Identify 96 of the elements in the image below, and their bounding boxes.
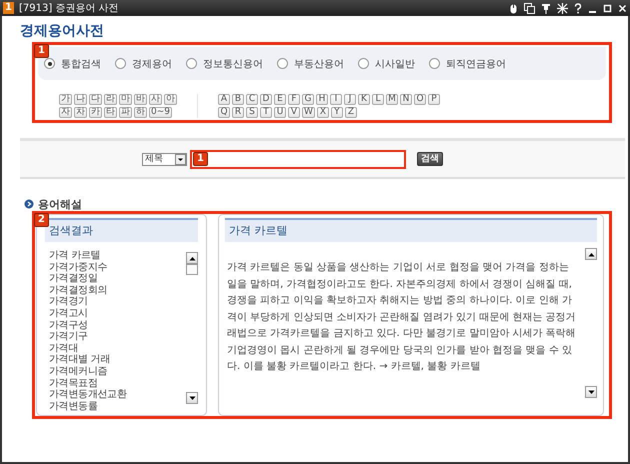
result-item[interactable]: 가격메커니즘 [49,366,186,378]
radio-button[interactable] [358,58,369,69]
search-button[interactable]: 검색 [417,152,443,166]
section-title: 용어해설 [38,196,82,212]
radio-button[interactable] [115,58,126,69]
window-badge: 1 [3,2,14,14]
maximize-icon[interactable] [603,2,612,14]
index-key[interactable]: T [260,107,272,118]
result-item[interactable]: 가격고시 [49,308,186,320]
index-key[interactable]: S [246,107,258,118]
index-key[interactable]: U [274,107,286,118]
bullet-icon [24,199,34,209]
index-key[interactable]: B [232,94,244,105]
index-key[interactable]: V [288,107,300,118]
radio-label[interactable]: 정보통신용어 [203,56,263,70]
result-item[interactable]: 가격변동개선교환 [49,389,186,401]
help-icon[interactable] [574,2,582,14]
index-key[interactable]: K [358,94,370,105]
index-key[interactable]: A [218,94,230,105]
result-item[interactable]: 가격경기 [49,296,186,308]
index-key[interactable]: F [288,94,300,105]
index-key[interactable]: W [302,107,315,118]
index-key[interactable]: L [372,94,384,105]
index-key[interactable]: 자 [59,107,72,118]
radio-label[interactable]: 경제용어 [132,56,172,70]
mouse-icon[interactable] [509,2,518,14]
index-key[interactable]: Y [330,107,343,118]
grid-icon[interactable] [557,2,568,14]
scrollbar[interactable] [186,252,198,404]
index-key[interactable]: E [274,94,286,105]
index-key[interactable]: 가 [59,94,72,105]
index-key[interactable]: 카 [89,107,102,118]
index-key[interactable]: 마 [119,94,132,105]
index-key[interactable]: M [386,94,398,105]
result-item[interactable]: 가격기구 [49,331,186,343]
index-key[interactable]: 나 [74,94,87,105]
result-item[interactable]: 가격대 [49,342,186,354]
index-key[interactable]: Z [344,107,357,118]
index-key[interactable]: 아 [164,94,177,105]
definition-text: 가격 카르텔은 동일 상품을 생산하는 기업이 서로 협정을 맺어 가격을 정하는 일을 말하며, 가격협정이라고도 한다. 자본주의경제 하에서 경쟁이 심해질 때, 경쟁을 피하고 이익을 확보하고자 취해지는 방법 중의 하나이다. 이로 인해 가격이 부당하게 인상되면 소비자가 곤란해질 염려가 있기 때문에 현재는 공정거래법으로 가격카르텔을 금지하고 있다. 다만 불경기로 말미암아 시세가 폭락해 기업경영이 몹시 곤란하게 될 경우에만 당국의 인가를 받아 협정을 맺을 수 있다. 이를 불황 카르텔이라고 한다. → 카르텔, 불황 카르텔 [227,261,577,374]
index-key[interactable]: G [302,94,314,105]
result-item[interactable]: 가격목표점 [49,378,186,390]
index-key[interactable]: H [316,94,328,105]
close-icon[interactable] [618,2,627,14]
index-key[interactable]: C [246,94,258,105]
scroll-thumb[interactable] [186,264,198,275]
radio-label[interactable]: 퇴직연금용어 [446,56,506,70]
index-key[interactable]: 0~9 [149,107,172,118]
radio-label[interactable]: 부동산용어 [294,56,344,70]
radio-button[interactable] [429,58,440,69]
index-key[interactable]: 파 [119,107,132,118]
index-key[interactable]: R [232,107,244,118]
index-key[interactable]: N [400,94,412,105]
windows-icon[interactable] [524,2,535,14]
result-item[interactable]: 가격가중지수 [49,262,186,274]
index-key[interactable]: 바 [134,94,147,105]
radio-button[interactable] [44,58,55,69]
result-item[interactable]: 가격변동률 [49,400,186,412]
radio-label[interactable]: 통합검색 [61,56,101,70]
up-arrow-icon[interactable] [188,256,196,260]
search-field[interactable]: 1 [190,150,406,168]
result-item[interactable]: 가격결정일 [49,273,186,285]
scrollbar[interactable] [585,248,597,398]
pin-icon[interactable] [541,2,551,14]
field-dropdown[interactable]: 제목 [142,152,187,166]
index-key[interactable]: 하 [134,107,147,118]
index-key[interactable]: 다 [89,94,102,105]
index-key[interactable]: 사 [149,94,162,105]
down-arrow-icon[interactable] [188,396,196,400]
result-item[interactable]: 가격대별 거래 [49,354,186,366]
result-item[interactable]: 가격구성 [49,320,186,332]
panel-header: 가격 카르텔 [225,218,597,242]
number-badge: 1 [34,44,49,58]
index-key[interactable]: D [260,94,272,105]
index-key[interactable]: 타 [104,107,117,118]
radio-button[interactable] [186,58,197,69]
radio-label[interactable]: 시사일반 [375,56,415,70]
index-key[interactable]: 라 [104,94,117,105]
down-arrow-icon[interactable] [588,390,594,394]
index-key[interactable]: O [414,94,426,105]
result-item[interactable]: 가격결정회의 [49,284,186,296]
index-key[interactable]: J [344,94,356,105]
page-heading: 경제용어사전 [20,22,105,41]
index-key[interactable]: P [428,94,440,105]
caret-icon [175,154,186,164]
index-key[interactable]: 차 [74,107,87,118]
up-arrow-icon[interactable] [588,252,594,256]
index-key[interactable]: I [330,94,342,105]
result-item[interactable]: 가격 카르텔 [49,250,186,262]
number-badge: 2 [34,213,49,227]
window-title: [7913] 증권용어 사전 [19,2,120,15]
index-key[interactable]: X [316,107,329,118]
number-badge: 1 [193,152,208,166]
index-key[interactable]: Q [218,107,230,118]
panel-header: 검색결과 [45,218,198,242]
radio-button[interactable] [277,58,288,69]
